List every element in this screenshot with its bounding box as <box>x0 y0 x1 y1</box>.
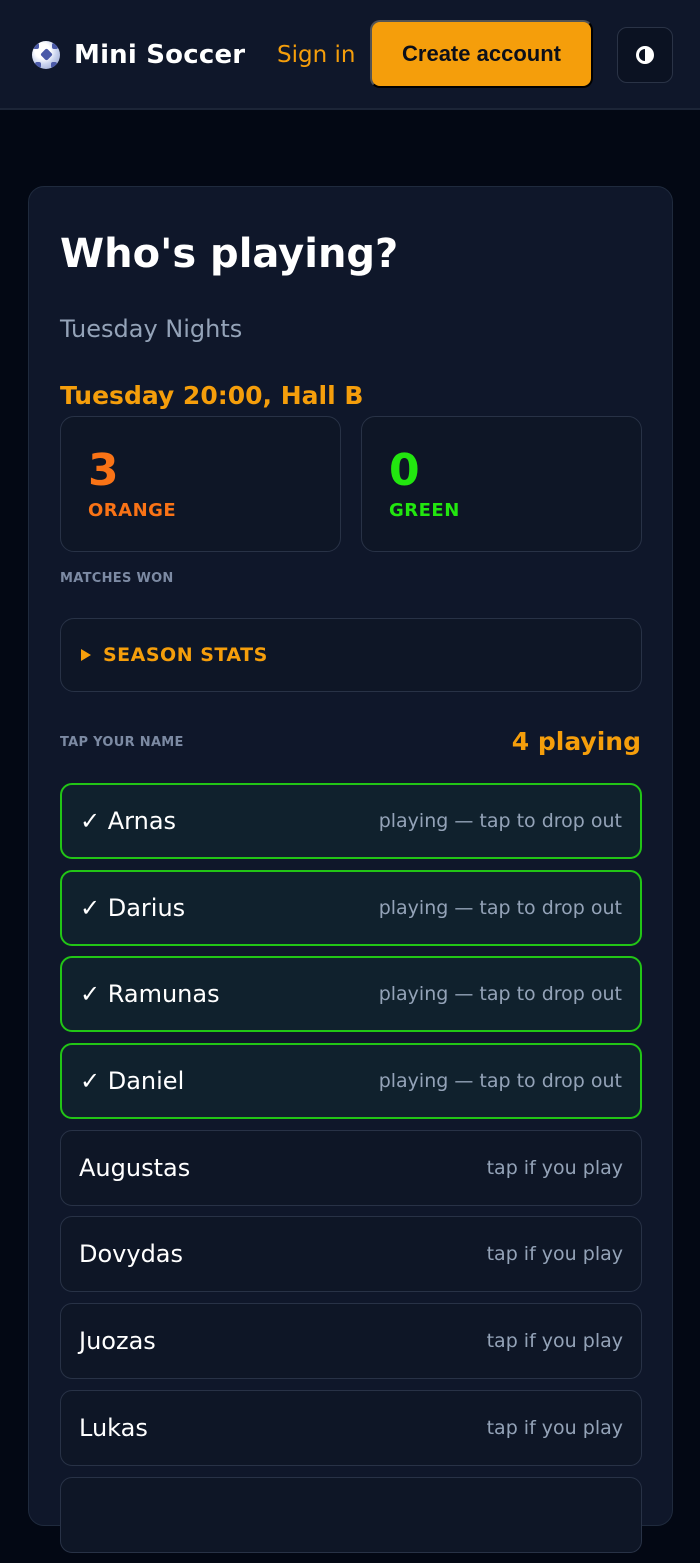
player-hint: playing — tap to drop out <box>378 983 622 1006</box>
player-name: ✓ Daniel <box>80 1067 185 1096</box>
team-label: GREEN <box>389 500 460 521</box>
score-orange: 3 ORANGE <box>60 416 341 552</box>
score-value: 3 <box>88 445 119 496</box>
session-card: Who's playing? Tuesday Nights Tuesday 20… <box>28 186 673 1553</box>
session-time: Tuesday 20:00, Hall B <box>60 381 364 410</box>
sign-in-link[interactable]: Sign in <box>277 40 355 70</box>
player-row-next[interactable] <box>60 1476 642 1553</box>
player-name: ✓ Ramunas <box>80 980 220 1009</box>
player-hint: playing — tap to drop out <box>378 810 622 832</box>
player-hint: tap if you play <box>486 1243 623 1266</box>
player-name: Augustas <box>79 1153 191 1182</box>
player-row-juozas[interactable]: Juozas tap if you play <box>60 1303 642 1380</box>
player-name: ✓ Arnas <box>80 807 177 835</box>
player-hint: playing — tap to drop out <box>378 896 622 919</box>
player-row-darius[interactable]: ✓ Darius playing — tap to drop out <box>60 869 642 946</box>
theme-toggle-button[interactable] <box>617 27 673 83</box>
soccer-ball-icon <box>32 41 60 69</box>
top-bar: Mini Soccer Sign in Create account <box>0 0 700 110</box>
score-value: 0 <box>389 445 420 496</box>
player-name: Lukas <box>79 1413 148 1442</box>
contrast-icon <box>636 46 654 64</box>
team-label: ORANGE <box>88 500 177 521</box>
disclosure-triangle-icon <box>81 649 91 661</box>
tap-your-name-label: TAP YOUR NAME <box>60 735 184 750</box>
brand-name: Mini Soccer <box>74 40 246 70</box>
create-account-button[interactable]: Create account <box>370 20 593 88</box>
player-hint: tap if you play <box>486 1156 623 1179</box>
brand[interactable]: Mini Soccer <box>32 38 245 72</box>
player-name: ✓ Darius <box>80 893 186 922</box>
score-green: 0 GREEN <box>361 416 642 552</box>
player-name: Dovydas <box>79 1240 184 1269</box>
player-row-dovydas[interactable]: Dovydas tap if you play <box>60 1216 642 1293</box>
matches-won-caption: MATCHES WON <box>60 571 174 586</box>
player-row-ramunas[interactable]: ✓ Ramunas playing — tap to drop out <box>60 956 642 1033</box>
player-row-augustas[interactable]: Augustas tap if you play <box>60 1129 642 1206</box>
season-stats-toggle[interactable]: SEASON STATS <box>60 618 642 692</box>
playing-count: 4 playing <box>511 727 641 756</box>
page-title: Who's playing? <box>60 231 399 277</box>
season-stats-label: SEASON STATS <box>103 644 268 666</box>
player-hint: tap if you play <box>486 1416 623 1439</box>
player-list: ✓ Arnas playing — tap to drop out ✓ Dari… <box>60 783 642 1563</box>
player-hint: tap if you play <box>486 1330 623 1353</box>
player-row-lukas[interactable]: Lukas tap if you play <box>60 1389 642 1466</box>
group-name: Tuesday Nights <box>60 315 243 343</box>
player-name: Juozas <box>79 1327 156 1356</box>
player-hint: playing — tap to drop out <box>378 1070 622 1093</box>
player-row-arnas[interactable]: ✓ Arnas playing — tap to drop out <box>60 783 642 859</box>
player-row-daniel[interactable]: ✓ Daniel playing — tap to drop out <box>60 1043 642 1120</box>
